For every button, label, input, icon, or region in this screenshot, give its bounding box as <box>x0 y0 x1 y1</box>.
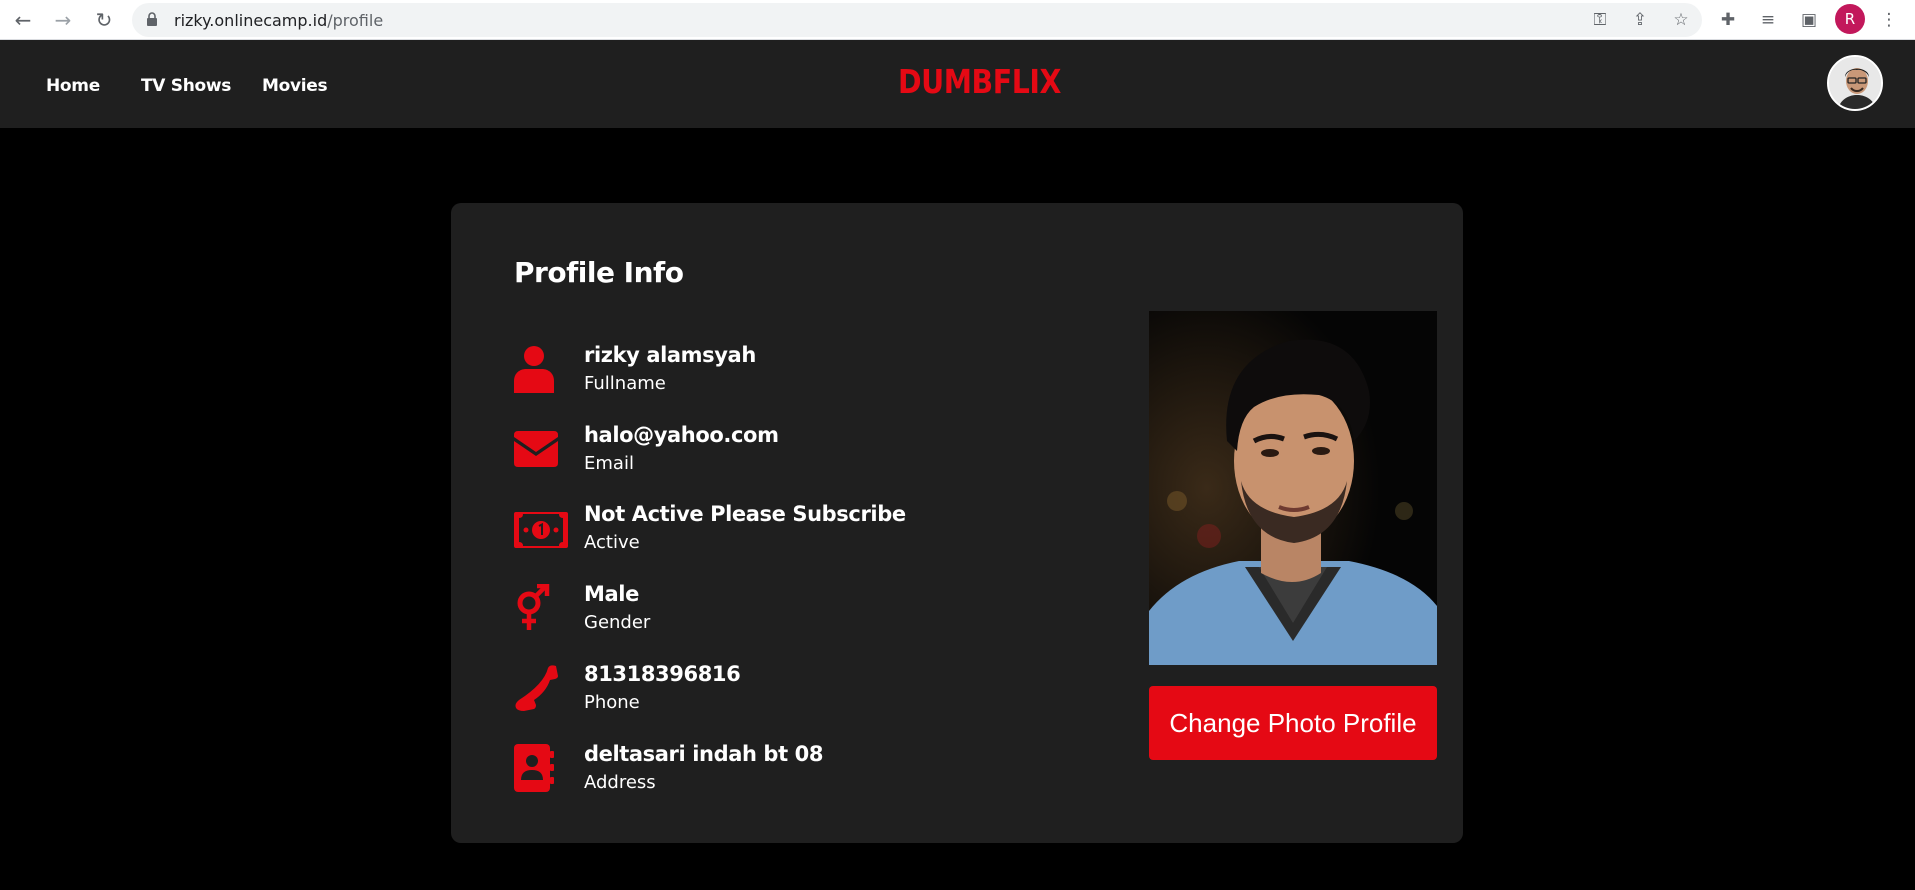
subscription-label: Active <box>584 532 640 553</box>
user-icon <box>514 346 554 393</box>
lock-icon <box>147 12 157 26</box>
address-label: Address <box>584 772 656 793</box>
share-icon[interactable]: ⇪ <box>1626 6 1654 34</box>
profile-card: Profile Info rizky alamsyah Fullname hal… <box>451 203 1463 843</box>
nav-movies-link[interactable]: Movies <box>262 76 328 96</box>
key-icon[interactable]: ⚿ <box>1586 6 1614 34</box>
menu-kebab-icon[interactable]: ⋮ <box>1875 6 1903 34</box>
address-book-icon <box>514 744 554 792</box>
gender-icon <box>517 584 550 630</box>
profile-photo-image <box>1149 311 1437 665</box>
subscription-value: Not Active Please Subscribe <box>584 502 906 526</box>
profile-photo <box>1149 311 1437 665</box>
phone-label: Phone <box>584 692 640 713</box>
browser-profile-avatar[interactable]: R <box>1835 4 1865 34</box>
change-photo-button[interactable]: Change Photo Profile <box>1149 686 1437 760</box>
envelope-icon <box>514 431 558 467</box>
reload-icon[interactable]: ↻ <box>89 5 119 35</box>
url-domain: rizky.onlinecamp.id <box>174 11 328 30</box>
reading-list-icon[interactable]: ≡ <box>1754 6 1782 34</box>
info-row-phone: 81318396816 Phone <box>514 662 1074 722</box>
dumbflix-logo[interactable]: DUMBFLIX <box>898 62 1061 101</box>
gender-value: Male <box>584 582 639 606</box>
phone-icon <box>515 665 558 711</box>
info-row-email: halo@yahoo.com Email <box>514 423 1074 483</box>
fullname-value: rizky alamsyah <box>584 343 756 367</box>
gender-label: Gender <box>584 612 651 633</box>
profile-title: Profile Info <box>514 256 684 289</box>
nav-tv-shows-link[interactable]: TV Shows <box>141 76 231 96</box>
forward-arrow-icon[interactable]: → <box>48 5 78 35</box>
info-row-fullname: rizky alamsyah Fullname <box>514 343 1074 403</box>
info-row-gender: Male Gender <box>514 582 1074 642</box>
address-bar[interactable]: rizky.onlinecamp.id/profile <box>132 3 1702 37</box>
email-label: Email <box>584 453 634 474</box>
url-text: rizky.onlinecamp.id/profile <box>174 11 383 30</box>
navbar: Home TV Shows Movies DUMBFLIX <box>0 40 1915 128</box>
nav-home-link[interactable]: Home <box>46 76 100 96</box>
avatar-image <box>1829 57 1881 109</box>
email-value: halo@yahoo.com <box>584 423 779 447</box>
extensions-icon[interactable]: ✚ <box>1714 6 1742 34</box>
star-icon[interactable]: ☆ <box>1667 6 1695 34</box>
url-path: /profile <box>327 11 384 30</box>
browser-toolbar: ← → ↻ rizky.onlinecamp.id/profile ⚿ ⇪ ☆ … <box>0 0 1915 40</box>
info-row-address: deltasari indah bt 08 Address <box>514 742 1074 802</box>
user-avatar[interactable] <box>1827 55 1883 111</box>
side-panel-icon[interactable]: ▣ <box>1795 6 1823 34</box>
money-bill-icon <box>514 512 568 548</box>
address-value: deltasari indah bt 08 <box>584 742 824 766</box>
fullname-label: Fullname <box>584 373 666 394</box>
back-arrow-icon[interactable]: ← <box>8 5 38 35</box>
info-row-subscription: Not Active Please Subscribe Active <box>514 502 1074 562</box>
phone-value: 81318396816 <box>584 662 741 686</box>
